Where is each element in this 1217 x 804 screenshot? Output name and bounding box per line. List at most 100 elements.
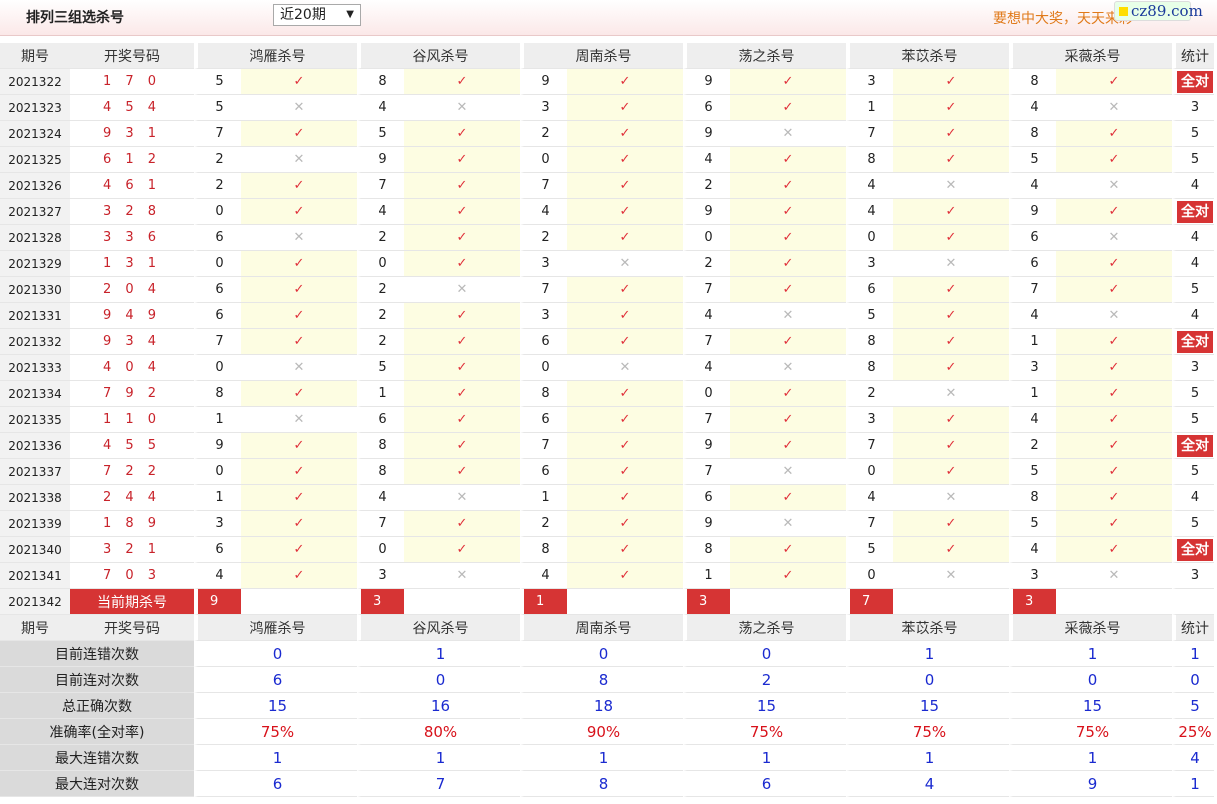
stat-cell: 全对	[1172, 199, 1214, 225]
summary-label: 总正确次数	[0, 693, 194, 719]
draw-number-cell: 9 3 4	[70, 329, 194, 355]
kill-number-cell: 8	[520, 381, 567, 407]
summary-label: 最大连错次数	[0, 745, 194, 771]
kill-number-cell: 2	[194, 147, 241, 173]
check-icon: ✓	[893, 121, 1009, 147]
kill-number-cell: 1	[520, 485, 567, 511]
summary-value: 0	[357, 667, 520, 693]
cross-icon: ✕	[730, 355, 846, 381]
table-row: 2021341 7 0 3 4 ✓ 3 ✕ 4 ✓ 1 ✓ 0 ✕ 3 ✕ 3	[0, 563, 1214, 589]
check-icon: ✓	[1056, 433, 1172, 459]
summary-stat: 4	[1172, 745, 1214, 771]
kill-number-cell: 2	[194, 173, 241, 199]
period-select[interactable]: 近20期 ▼	[273, 4, 361, 26]
site-logo[interactable]: cz89.com	[1114, 1, 1203, 21]
kill-number-cell: 9	[683, 199, 730, 225]
check-icon: ✓	[1056, 355, 1172, 381]
check-icon: ✓	[893, 355, 1009, 381]
summary-stat: 1	[1172, 771, 1214, 797]
stat-cell: 全对	[1172, 329, 1214, 355]
header-stat: 统计	[1172, 43, 1214, 69]
summary-row: 最大连对次数 6 7 8 6 4 9 1	[0, 771, 1214, 797]
cross-icon: ✕	[567, 355, 683, 381]
table-row: 2021328 3 3 6 6 ✕ 2 ✓ 2 ✓ 0 ✓ 0 ✓ 6 ✕ 4	[0, 225, 1214, 251]
draw-number-cell: 7 2 2	[70, 459, 194, 485]
check-icon: ✓	[893, 407, 1009, 433]
summary-value: 2	[683, 667, 846, 693]
check-icon: ✓	[1056, 381, 1172, 407]
check-icon: ✓	[567, 381, 683, 407]
check-icon: ✓	[893, 329, 1009, 355]
summary-value: 6	[194, 667, 357, 693]
summary-header-predictor-3: 周南杀号	[520, 615, 683, 641]
check-icon: ✓	[1056, 537, 1172, 563]
stat-cell: 5	[1172, 381, 1214, 407]
kill-number-cell: 5	[846, 303, 893, 329]
summary-label: 目前连错次数	[0, 641, 194, 667]
check-icon: ✓	[567, 329, 683, 355]
kill-number-cell: 3	[846, 251, 893, 277]
kill-number-cell: 8	[194, 381, 241, 407]
table-row: 2021340 3 2 1 6 ✓ 0 ✓ 8 ✓ 8 ✓ 5 ✓ 4 ✓ 全对	[0, 537, 1214, 563]
check-icon: ✓	[404, 511, 520, 537]
kill-number-table: 期号 开奖号码 鸿雁杀号 谷风杀号 周南杀号 荡之杀号 苯苡杀号 采薇杀号 统计 2021322…	[0, 43, 1214, 797]
period-cell: 2021325	[0, 147, 70, 173]
table-body: 2021322 1 7 0 5 ✓ 8 ✓ 9 ✓ 9 ✓ 3 ✓ 8 ✓ 全对 2021323 4 5 4 5 ✕…	[0, 69, 1214, 615]
summary-value: 75%	[194, 719, 357, 745]
table-row: 2021324 9 3 1 7 ✓ 5 ✓ 2 ✓ 9 ✕ 7 ✓ 8 ✓ 5	[0, 121, 1214, 147]
check-icon: ✓	[730, 407, 846, 433]
summary-value: 1	[683, 745, 846, 771]
current-kill-blank	[241, 589, 357, 615]
check-icon: ✓	[241, 485, 357, 511]
cross-icon: ✕	[730, 121, 846, 147]
kill-number-cell: 8	[1009, 485, 1056, 511]
summary-value: 0	[1009, 667, 1172, 693]
check-icon: ✓	[567, 459, 683, 485]
period-cell: 2021335	[0, 407, 70, 433]
kill-number-cell: 8	[357, 69, 404, 95]
draw-number-cell: 3 3 6	[70, 225, 194, 251]
kill-number-cell: 2	[357, 225, 404, 251]
summary-value: 1	[1009, 745, 1172, 771]
check-icon: ✓	[1056, 407, 1172, 433]
period-cell: 2021328	[0, 225, 70, 251]
promo-text[interactable]: 要想中大奖，天天来彩	[993, 8, 1133, 28]
check-icon: ✓	[730, 147, 846, 173]
kill-number-cell: 6	[357, 407, 404, 433]
summary-value: 1	[194, 745, 357, 771]
table-row: 2021323 4 5 4 5 ✕ 4 ✕ 3 ✓ 6 ✓ 1 ✓ 4 ✕ 3	[0, 95, 1214, 121]
stat-cell: 3	[1172, 95, 1214, 121]
kill-number-cell: 0	[357, 537, 404, 563]
kill-number-cell: 8	[520, 537, 567, 563]
kill-number-cell: 3	[1009, 355, 1056, 381]
kill-number-cell: 5	[194, 95, 241, 121]
check-icon: ✓	[404, 69, 520, 95]
cross-icon: ✕	[730, 459, 846, 485]
check-icon: ✓	[241, 277, 357, 303]
period-cell: 2021338	[0, 485, 70, 511]
check-icon: ✓	[730, 329, 846, 355]
summary-value: 1	[846, 641, 1009, 667]
kill-number-cell: 2	[520, 225, 567, 251]
period-cell: 2021324	[0, 121, 70, 147]
check-icon: ✓	[241, 381, 357, 407]
kill-number-cell: 0	[520, 355, 567, 381]
summary-value: 8	[520, 771, 683, 797]
table-row: 2021322 1 7 0 5 ✓ 8 ✓ 9 ✓ 9 ✓ 3 ✓ 8 ✓ 全对	[0, 69, 1214, 95]
summary-header-predictor-2: 谷风杀号	[357, 615, 520, 641]
top-bar: 排列三组选杀号 近20期 ▼ 要想中大奖，天天来彩 cz89.com	[0, 0, 1217, 36]
kill-number-cell: 7	[683, 329, 730, 355]
period-cell: 2021322	[0, 69, 70, 95]
kill-number-cell: 0	[194, 251, 241, 277]
summary-value: 80%	[357, 719, 520, 745]
check-icon: ✓	[404, 407, 520, 433]
kill-number-cell: 9	[683, 121, 730, 147]
summary-value: 4	[846, 771, 1009, 797]
current-kill-label: 当前期杀号	[70, 589, 194, 615]
current-stat-blank	[1172, 589, 1214, 615]
period-cell: 2021326	[0, 173, 70, 199]
kill-number-cell: 6	[520, 407, 567, 433]
kill-number-cell: 4	[1009, 537, 1056, 563]
summary-value: 15	[1009, 693, 1172, 719]
stat-cell: 4	[1172, 303, 1214, 329]
